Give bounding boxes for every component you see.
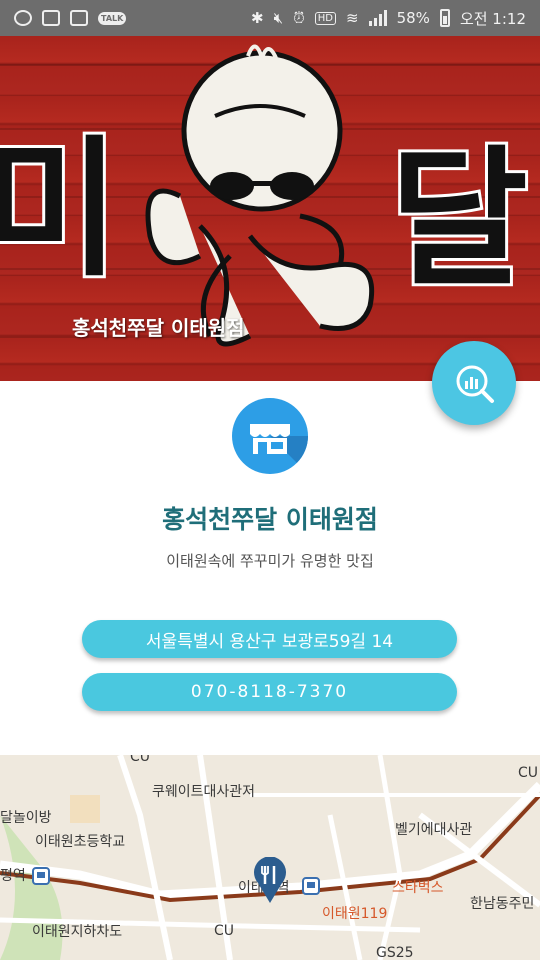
clock: 오전 1:12	[459, 9, 526, 28]
map-label-itaewon119: 이태원119	[322, 906, 388, 922]
calendar-icon	[42, 10, 60, 26]
app-notification-icon	[14, 10, 32, 26]
subway-station-icon	[32, 867, 50, 885]
phone-button[interactable]: 070-8118-7370	[82, 673, 457, 711]
status-bar-right: ✱ 🔇︎ ⏰︎ HD ≋ 58% 오전 1:12	[251, 8, 526, 29]
alarm-icon: ⏰︎	[293, 9, 305, 27]
store-name: 홍석천쭈달 이태원점	[162, 505, 378, 534]
sign-left-char: 미	[0, 123, 120, 297]
map-label-starbucks: 스타벅스	[392, 880, 444, 896]
status-bar-left: TALK	[14, 10, 127, 26]
map-label-cu-bottom: CU	[214, 923, 235, 939]
map-label-gs25: GS25	[376, 945, 414, 960]
sign-right-char: 달	[390, 133, 528, 307]
map-label-cu-right: CU	[518, 765, 539, 781]
gallery-icon	[70, 10, 88, 26]
wifi-icon: ≋	[346, 9, 359, 27]
store-banner: 미 달 홍석천쭈달 이태원점	[0, 36, 540, 381]
store-description: 이태원속에 쭈꾸미가 유명한 맛집	[166, 552, 374, 570]
map-label-hannam: 한남동주민	[470, 896, 535, 912]
map-label-school: 이태원초등학교	[35, 834, 126, 850]
status-bar: TALK ✱ 🔇︎ ⏰︎ HD ≋ 58% 오전 1:12	[0, 0, 540, 36]
battery-icon	[439, 9, 450, 27]
hd-icon: HD	[314, 11, 337, 25]
signal-icon	[368, 10, 387, 26]
map-label-station-left: 평역	[0, 868, 26, 884]
mute-icon: 🔇︎	[273, 9, 284, 27]
search-fab-button[interactable]	[432, 341, 516, 425]
map-label-cu-top: CU	[130, 755, 151, 765]
bluetooth-icon: ✱	[251, 9, 264, 27]
search-chart-icon	[456, 365, 494, 403]
location-map[interactable]: CU 쿠웨이트대사관저 CU 달놀이방 이태원초등학교 벨기에대사관 평역 이태…	[0, 755, 540, 960]
battery-percent: 58%	[396, 9, 430, 27]
map-label-underpass: 이태원지하차도	[32, 924, 123, 940]
map-label-moon-room: 달놀이방	[0, 810, 52, 826]
subway-station-icon	[302, 877, 320, 895]
map-label-kuwait: 쿠웨이트대사관저	[152, 784, 256, 800]
map-label-belgium: 벨기에대사관	[395, 822, 473, 838]
restaurant-map-pin-icon[interactable]	[252, 857, 288, 905]
kakaotalk-icon: TALK	[98, 11, 127, 25]
storefront-icon	[232, 398, 308, 474]
address-button[interactable]: 서울특별시 용산구 보광로59길 14	[82, 620, 457, 658]
banner-caption: 홍석천쭈달 이태원점	[72, 316, 245, 340]
